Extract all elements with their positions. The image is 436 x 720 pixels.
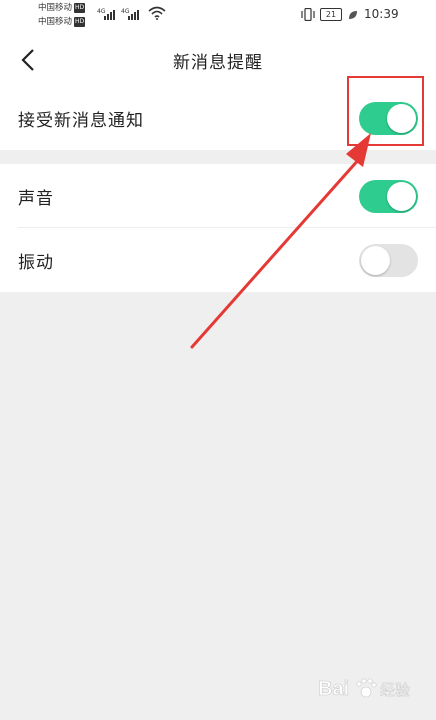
clock: 10:39	[364, 7, 399, 21]
hd-badge: HD	[74, 3, 86, 13]
hd-badge: HD	[74, 17, 86, 27]
setting-label: 振动	[18, 252, 54, 273]
setting-row-vibration: 振动	[0, 228, 436, 292]
battery-level: 21	[325, 10, 337, 19]
vibrate-icon	[301, 8, 315, 21]
leaf-icon	[349, 11, 357, 19]
setting-label: 声音	[18, 188, 54, 209]
status-bar: 中国移动 HD 中国移动 HD 4G 4G 21 10:39	[0, 0, 436, 34]
carrier-1-label: 中国移动	[38, 3, 73, 13]
baidu-watermark: Bai 经验	[300, 668, 430, 708]
signal-icon	[128, 8, 139, 20]
signal-icon	[104, 8, 115, 20]
toggle-knob	[387, 182, 416, 211]
alert-section: 声音 振动	[0, 164, 436, 292]
annotation-highlight-box	[347, 76, 424, 146]
carrier-2: 中国移动 HD	[38, 17, 86, 27]
page-title: 新消息提醒	[173, 53, 263, 73]
toggle-knob	[361, 246, 390, 275]
sound-toggle[interactable]	[359, 180, 418, 213]
paw-icon	[356, 678, 377, 698]
wifi-icon	[148, 6, 166, 20]
watermark-jingyan: 经验	[380, 681, 410, 699]
vibration-toggle[interactable]	[359, 244, 418, 277]
carrier-1: 中国移动 HD	[38, 3, 86, 13]
carrier-2-label: 中国移动	[38, 17, 73, 27]
battery-icon: 21	[320, 8, 342, 21]
setting-row-sound: 声音	[0, 164, 436, 228]
watermark-brand: Bai	[318, 678, 349, 700]
setting-label: 接受新消息通知	[18, 110, 144, 131]
